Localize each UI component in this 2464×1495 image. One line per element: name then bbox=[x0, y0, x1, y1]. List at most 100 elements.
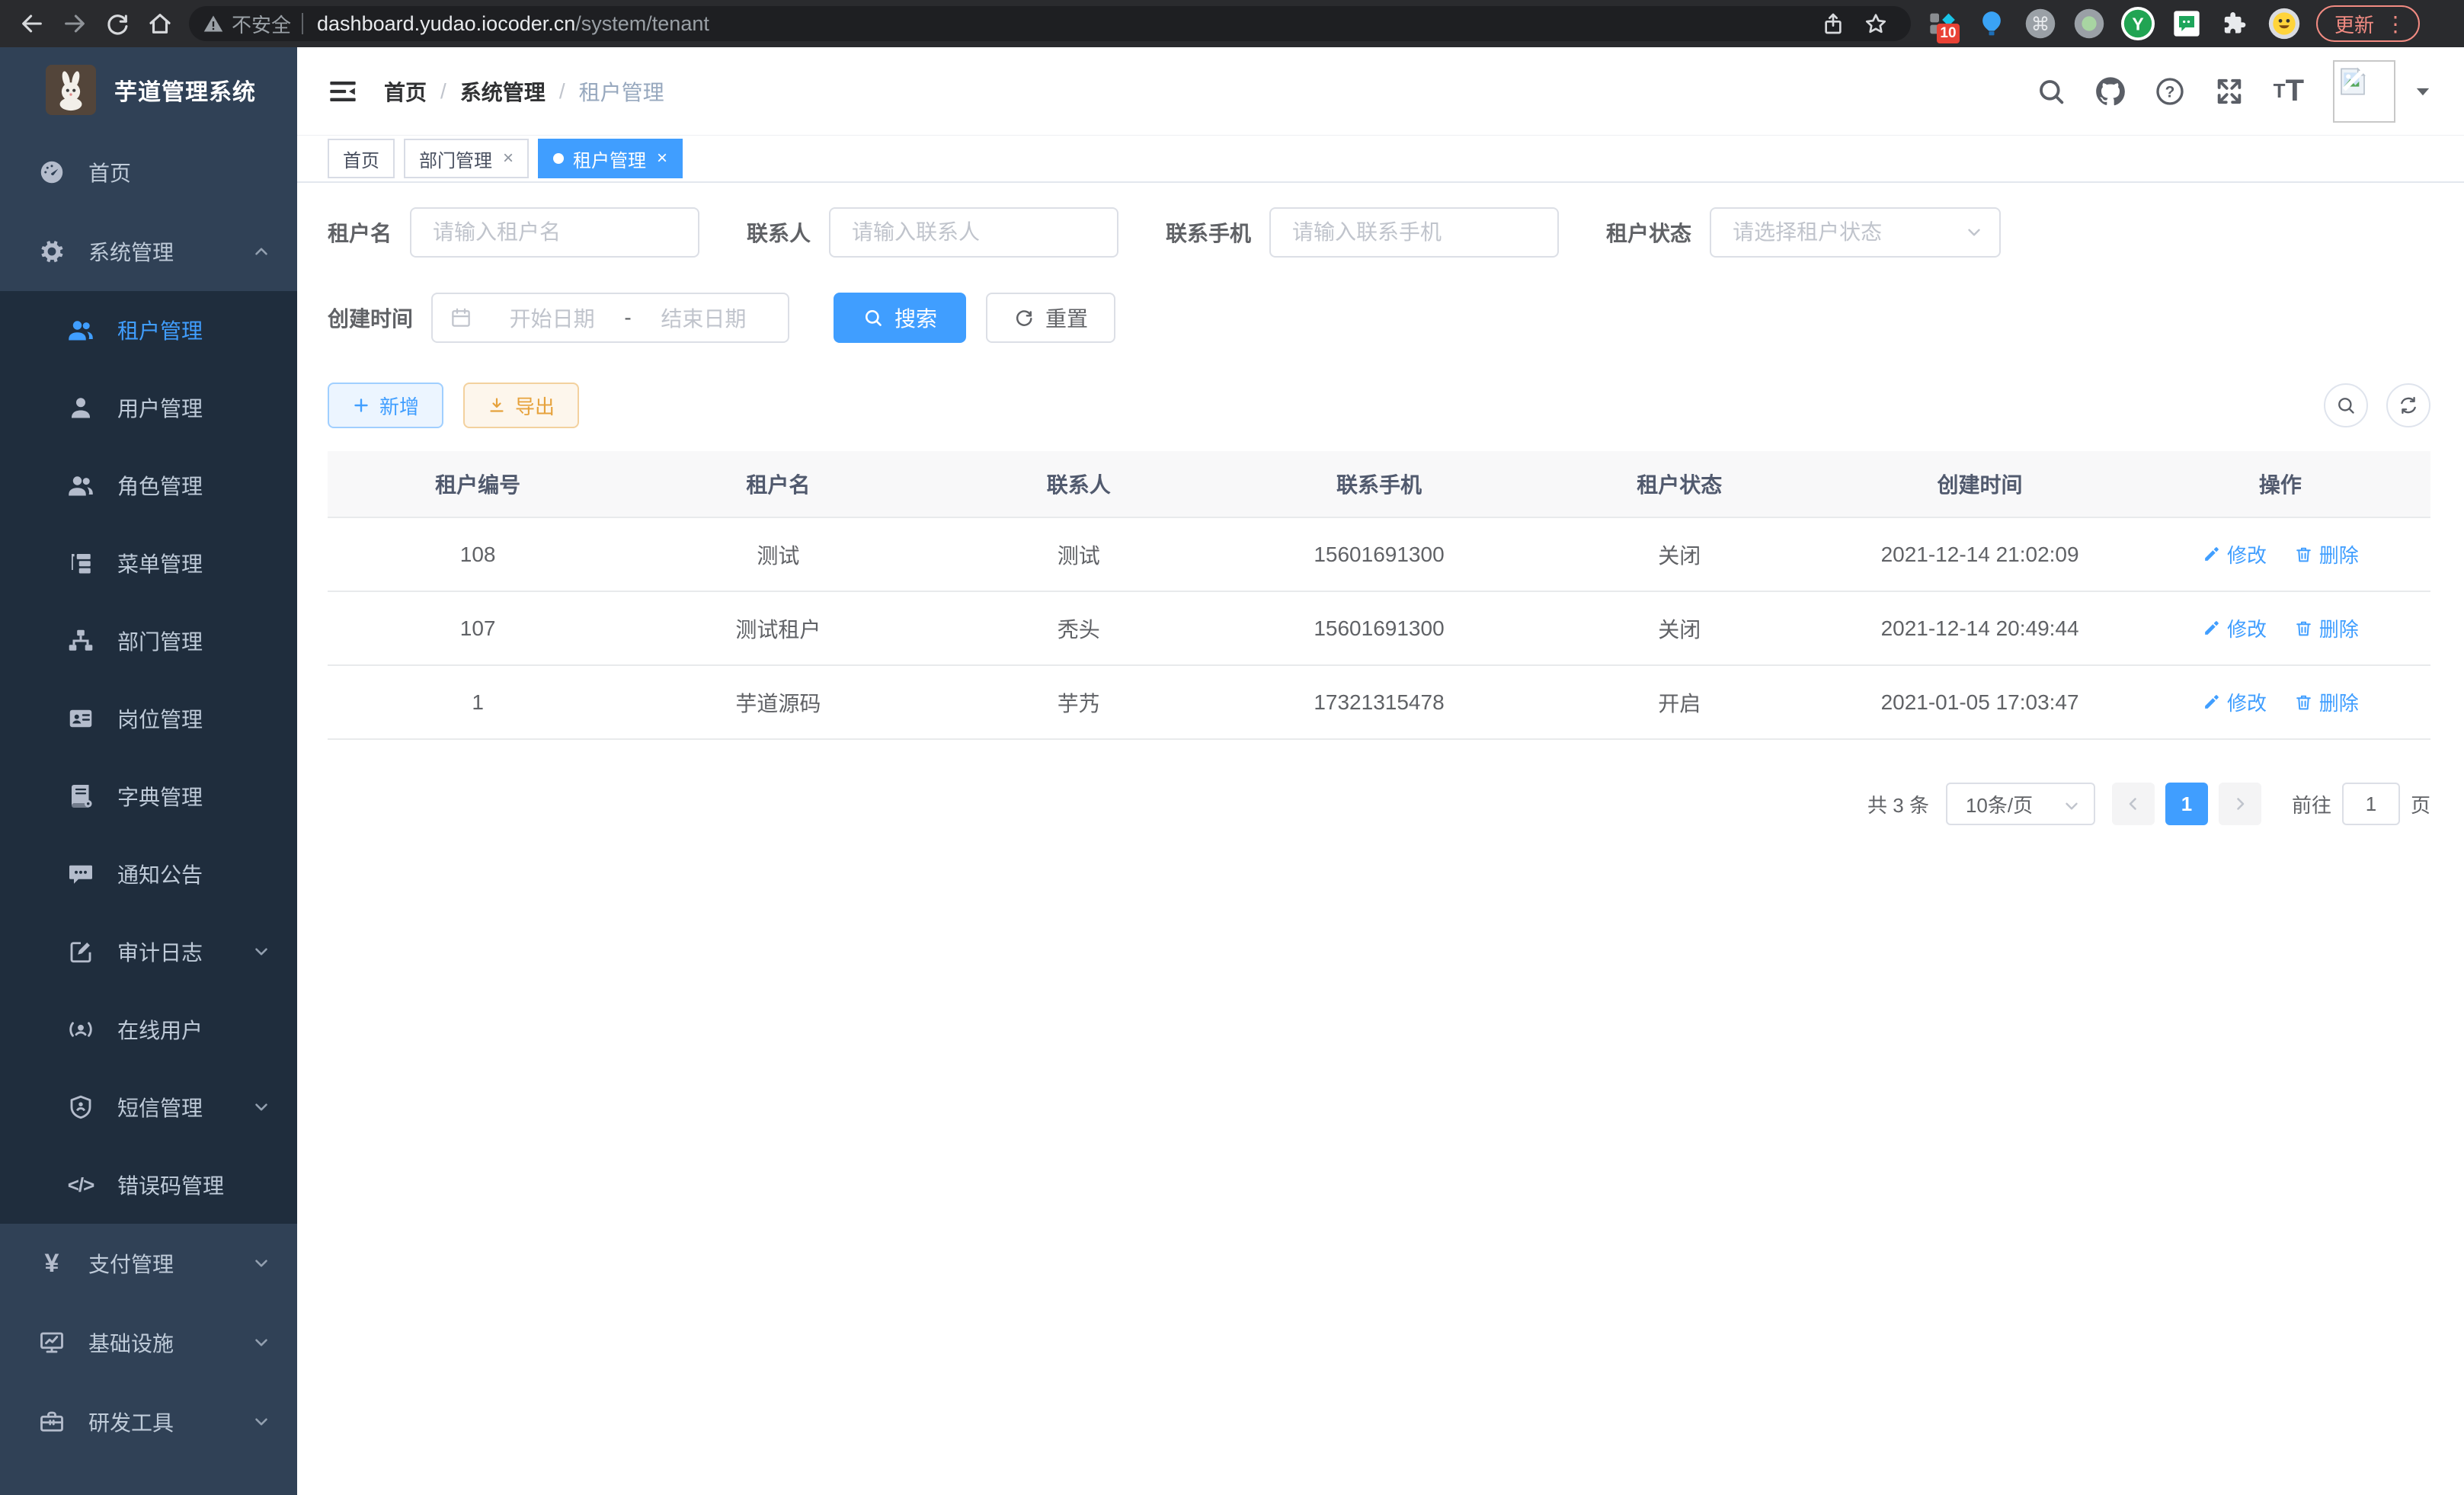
bookmark-star-icon[interactable] bbox=[1854, 2, 1897, 45]
extension-emoji-icon[interactable] bbox=[2264, 4, 2304, 43]
chevron-down-icon bbox=[2062, 796, 2082, 821]
date-range-picker[interactable]: 开始日期 - 结束日期 bbox=[431, 293, 789, 343]
svg-text:?: ? bbox=[2165, 83, 2174, 101]
cell-actions: 修改 删除 bbox=[2130, 540, 2430, 569]
sidebar-item-label: 岗位管理 bbox=[117, 703, 203, 734]
filter-row-2: 创建时间 开始日期 - 结束日期 搜索 bbox=[328, 293, 2430, 343]
table-row: 108 测试 测试 15601691300 关闭 2021-12-14 21:0… bbox=[328, 518, 2430, 592]
cell-contact: 芋艿 bbox=[929, 687, 1229, 718]
date-start-placeholder: 开始日期 bbox=[485, 303, 619, 333]
delete-link[interactable]: 删除 bbox=[2294, 688, 2359, 716]
avatar[interactable] bbox=[2333, 60, 2395, 123]
close-icon[interactable]: × bbox=[503, 148, 514, 169]
edit-square-icon bbox=[64, 938, 98, 965]
browser-back-icon[interactable] bbox=[11, 2, 53, 45]
tag-tenant-active[interactable]: 租户管理 × bbox=[538, 139, 683, 178]
tag-home[interactable]: 首页 bbox=[328, 139, 395, 178]
table-search-toggle-icon[interactable] bbox=[2324, 383, 2368, 427]
sidebar-item-role[interactable]: 角色管理 bbox=[0, 447, 297, 524]
tag-dept[interactable]: 部门管理 × bbox=[404, 139, 529, 178]
delete-link[interactable]: 删除 bbox=[2294, 540, 2359, 568]
sidebar-item-dict[interactable]: 字典管理 bbox=[0, 757, 297, 835]
table-refresh-icon[interactable] bbox=[2386, 383, 2430, 427]
breadcrumb-current: 租户管理 bbox=[579, 76, 664, 107]
logo-image bbox=[46, 65, 96, 115]
chevron-up-icon bbox=[251, 242, 271, 261]
sidebar-item-sms[interactable]: 短信管理 bbox=[0, 1068, 297, 1146]
edit-link[interactable]: 修改 bbox=[2202, 614, 2267, 642]
sidebar-item-notice[interactable]: 通知公告 bbox=[0, 835, 297, 913]
next-page-icon[interactable] bbox=[2219, 783, 2261, 825]
share-icon[interactable] bbox=[1812, 2, 1854, 45]
tenant-name-input[interactable] bbox=[410, 207, 699, 258]
edit-link[interactable]: 修改 bbox=[2202, 688, 2267, 716]
sidebar-item-audit-log[interactable]: 审计日志 bbox=[0, 913, 297, 991]
sidebar-item-menu[interactable]: 菜单管理 bbox=[0, 524, 297, 602]
sidebar-menu: 首页 系统管理 租户管理 bbox=[0, 133, 297, 1461]
goto-page-input[interactable] bbox=[2342, 783, 2400, 825]
contact-label: 联系人 bbox=[747, 217, 811, 248]
app-logo[interactable]: 芋道管理系统 bbox=[0, 47, 297, 133]
chevron-down-icon bbox=[251, 1253, 271, 1273]
sidebar-item-payment[interactable]: ¥ 支付管理 bbox=[0, 1224, 297, 1303]
chrome-update-button[interactable]: 更新 ⋮ bbox=[2316, 5, 2420, 42]
extension-y-icon[interactable]: Y bbox=[2118, 4, 2158, 43]
browser-forward-icon[interactable] bbox=[53, 2, 96, 45]
browser-home-icon[interactable] bbox=[139, 2, 181, 45]
sidebar-item-post[interactable]: 岗位管理 bbox=[0, 680, 297, 757]
search-button[interactable]: 搜索 bbox=[834, 293, 966, 343]
sidebar-item-dept[interactable]: 部门管理 bbox=[0, 602, 297, 680]
prev-page-icon[interactable] bbox=[2112, 783, 2155, 825]
status-select-value[interactable] bbox=[1710, 207, 2001, 258]
breadcrumb-system[interactable]: 系统管理 bbox=[460, 76, 546, 107]
create-time-label: 创建时间 bbox=[328, 303, 413, 333]
extension-record-icon[interactable] bbox=[2069, 4, 2109, 43]
breadcrumb-home[interactable]: 首页 bbox=[384, 76, 427, 107]
sidebar-item-home[interactable]: 首页 bbox=[0, 133, 297, 212]
browser-reload-icon[interactable] bbox=[96, 2, 139, 45]
page-number-current[interactable]: 1 bbox=[2165, 783, 2208, 825]
top-navbar: 首页 / 系统管理 / 租户管理 ? bbox=[297, 47, 2464, 136]
close-icon[interactable]: × bbox=[657, 148, 667, 169]
mobile-input[interactable] bbox=[1269, 207, 1559, 258]
tag-label: 部门管理 bbox=[419, 146, 492, 172]
delete-link[interactable]: 删除 bbox=[2294, 614, 2359, 642]
extension-command-icon[interactable]: ⌘ bbox=[2021, 4, 2060, 43]
sidebar-item-devtools[interactable]: 研发工具 bbox=[0, 1382, 297, 1461]
header-search-icon[interactable] bbox=[2036, 76, 2066, 107]
sidebar-item-user[interactable]: 用户管理 bbox=[0, 369, 297, 447]
column-header: 创建时间 bbox=[1829, 469, 2130, 499]
sidebar-fold-icon[interactable] bbox=[328, 76, 358, 107]
contact-input[interactable] bbox=[829, 207, 1118, 258]
browser-toolbar: 不安全 dashboard.yudao.iocoder.cn/system/te… bbox=[0, 0, 2464, 47]
tenant-name-label: 租户名 bbox=[328, 217, 392, 248]
sidebar-item-errcode[interactable]: </> 错误码管理 bbox=[0, 1146, 297, 1224]
extension-balloon-icon[interactable] bbox=[1972, 4, 2011, 43]
status-select[interactable] bbox=[1710, 207, 2001, 258]
caret-down-icon[interactable] bbox=[2412, 81, 2434, 102]
extension-grid-icon[interactable]: 10 bbox=[1923, 4, 1963, 43]
add-button[interactable]: 新增 bbox=[328, 383, 443, 428]
sidebar-item-label: 系统管理 bbox=[88, 236, 174, 267]
sidebar-item-online-user[interactable]: 在线用户 bbox=[0, 991, 297, 1068]
help-icon[interactable]: ? bbox=[2155, 76, 2185, 107]
chrome-menu-icon[interactable]: ⋮ bbox=[2385, 11, 2406, 37]
reset-button[interactable]: 重置 bbox=[986, 293, 1115, 343]
address-bar[interactable]: 不安全 dashboard.yudao.iocoder.cn/system/te… bbox=[189, 6, 1911, 41]
sidebar-item-label: 字典管理 bbox=[117, 781, 203, 812]
filter-row-1: 租户名 联系人 联系手机 租户状态 bbox=[328, 207, 2430, 258]
edit-link[interactable]: 修改 bbox=[2202, 540, 2267, 568]
export-button[interactable]: 导出 bbox=[463, 383, 579, 428]
sidebar-item-tenant[interactable]: 租户管理 bbox=[0, 291, 297, 369]
font-size-icon[interactable]: TT bbox=[2274, 74, 2304, 108]
sidebar-item-infra[interactable]: 基础设施 bbox=[0, 1303, 297, 1382]
fullscreen-icon[interactable] bbox=[2214, 76, 2245, 107]
github-icon[interactable] bbox=[2095, 76, 2126, 107]
page-size-select[interactable]: 10条/页 bbox=[1946, 783, 2095, 825]
extension-chat-icon[interactable] bbox=[2167, 4, 2206, 43]
sidebar-item-label: 在线用户 bbox=[117, 1014, 203, 1045]
sidebar-item-system[interactable]: 系统管理 bbox=[0, 212, 297, 291]
goto-unit-label: 页 bbox=[2411, 790, 2430, 818]
date-separator: - bbox=[624, 306, 631, 330]
extension-puzzle-icon[interactable] bbox=[2216, 4, 2255, 43]
